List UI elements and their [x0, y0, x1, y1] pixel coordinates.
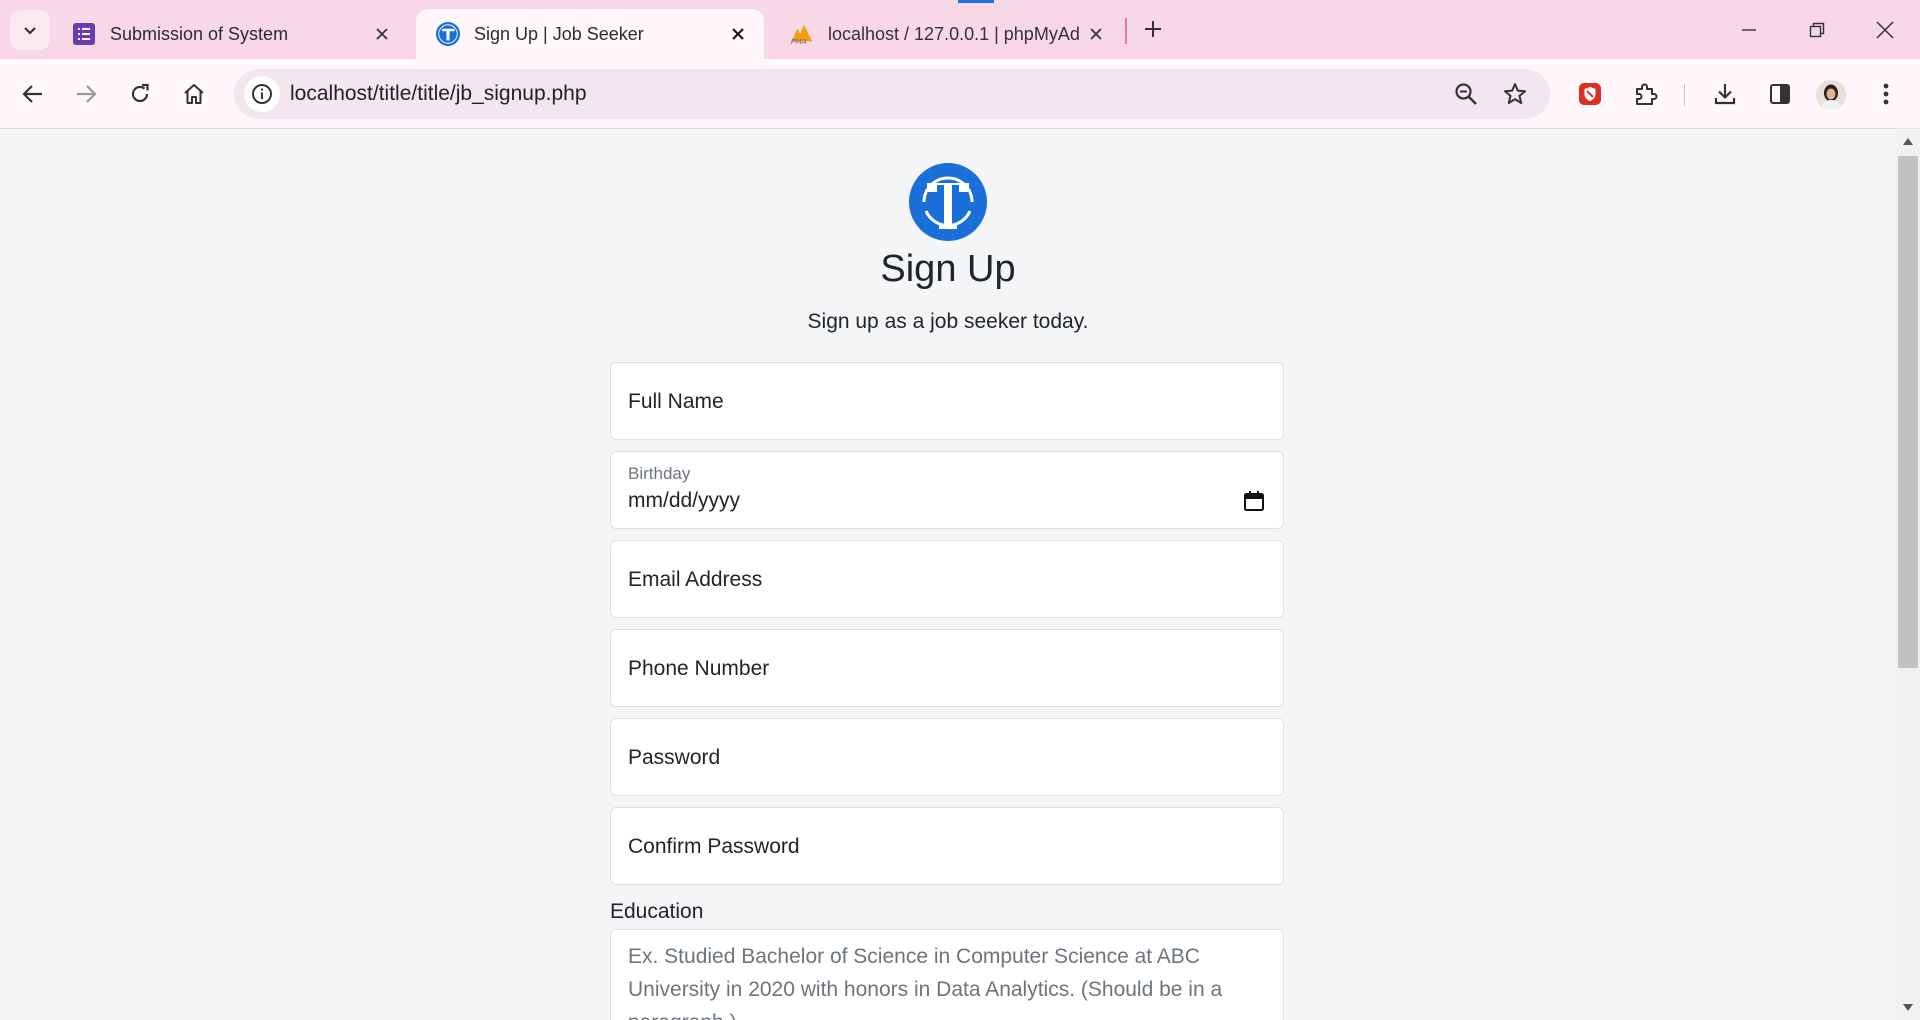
email-placeholder: Email Address [628, 568, 763, 591]
site-logo-icon [909, 163, 987, 241]
back-button[interactable] [13, 74, 53, 114]
close-tab-icon[interactable] [726, 22, 750, 46]
calendar-icon[interactable] [1243, 490, 1265, 512]
extension-shield-button[interactable] [1570, 74, 1610, 114]
close-icon [1876, 21, 1894, 39]
toolbar-divider [1684, 84, 1685, 106]
education-placeholder: Ex. Studied Bachelor of Science in Compu… [628, 945, 1223, 1020]
forms-icon [72, 22, 96, 46]
puzzle-icon [1636, 83, 1658, 105]
birthday-value: mm/dd/yyyy [628, 489, 741, 512]
close-window-button[interactable] [1862, 10, 1908, 50]
home-icon [184, 84, 204, 104]
arrow-right-icon [77, 85, 97, 103]
loading-indicator [958, 0, 994, 3]
more-vertical-icon [1883, 83, 1889, 105]
birthday-label: Birthday [628, 464, 691, 483]
arrow-left-icon [22, 85, 42, 103]
minimize-icon [1742, 29, 1756, 31]
svg-text:PMA: PMA [791, 37, 807, 46]
phone-placeholder: Phone Number [628, 657, 770, 680]
scrollbar-thumb[interactable] [1898, 156, 1918, 668]
tab-title: localhost / 127.0.0.1 | phpMyAd [828, 23, 1080, 44]
shield-extension-icon [1579, 83, 1601, 105]
page-subtitle: Sign up as a job seeker today. [807, 310, 1089, 333]
tab-title: Submission of System [110, 23, 289, 44]
close-tab-icon[interactable] [370, 22, 394, 46]
star-icon [1504, 83, 1526, 104]
site-info-button[interactable] [244, 76, 280, 112]
info-icon [252, 84, 272, 104]
tab-strip: Submission of System Sign Up | Job Seeke… [0, 0, 1920, 59]
phpmyadmin-icon: PMA [790, 22, 814, 46]
downloads-button[interactable] [1705, 74, 1745, 114]
confirm-password-field[interactable]: Confirm Password [610, 807, 1284, 885]
close-tab-icon[interactable] [1084, 22, 1108, 46]
tab-phpmyadmin[interactable]: PMA localhost / 127.0.0.1 | phpMyAd [770, 9, 1122, 59]
page-title: Sign Up [880, 248, 1016, 290]
page-scrollbar[interactable] [1896, 130, 1920, 1020]
restore-icon [1809, 22, 1825, 38]
reload-icon [131, 83, 149, 103]
download-icon [1714, 84, 1736, 105]
side-panel-button[interactable] [1760, 74, 1800, 114]
restore-button[interactable] [1794, 10, 1840, 50]
url-text[interactable]: localhost/title/title/jb_signup.php [290, 82, 587, 106]
profile-avatar[interactable] [1816, 80, 1846, 110]
site-logo-icon [436, 22, 460, 46]
scroll-down-arrow-icon[interactable] [1903, 1004, 1913, 1011]
education-textarea[interactable]: Ex. Studied Bachelor of Science in Compu… [610, 929, 1284, 1020]
confirm-password-placeholder: Confirm Password [628, 835, 800, 858]
scroll-up-arrow-icon[interactable] [1903, 138, 1913, 145]
zoom-out-icon [1455, 83, 1477, 105]
browser-menu-button[interactable] [1866, 74, 1906, 114]
reload-button[interactable] [120, 74, 160, 114]
zoom-button[interactable] [1451, 79, 1481, 109]
education-label: Education [610, 900, 704, 923]
tab-sign-up-job-seeker[interactable]: Sign Up | Job Seeker [416, 9, 764, 59]
tab-search-button[interactable] [10, 10, 50, 50]
password-field[interactable]: Password [610, 718, 1284, 796]
minimize-button[interactable] [1726, 10, 1772, 50]
plus-icon [1145, 21, 1161, 37]
tab-submission-of-system[interactable]: Submission of System [52, 9, 408, 59]
home-button[interactable] [174, 74, 214, 114]
phone-field[interactable]: Phone Number [610, 629, 1284, 707]
browser-toolbar: localhost/title/title/jb_signup.php [0, 59, 1920, 129]
bookmark-button[interactable] [1500, 79, 1530, 109]
tab-title: Sign Up | Job Seeker [474, 23, 644, 44]
full-name-placeholder: Full Name [628, 390, 724, 413]
side-panel-icon [1770, 84, 1790, 104]
address-bar[interactable]: localhost/title/title/jb_signup.php [234, 69, 1550, 119]
page-content: Sign Up Sign up as a job seeker today. F… [0, 130, 1896, 1020]
birthday-field[interactable]: Birthday mm/dd/yyyy [610, 451, 1284, 529]
profile-photo-icon [1816, 80, 1846, 110]
email-field[interactable]: Email Address [610, 540, 1284, 618]
password-placeholder: Password [628, 746, 721, 769]
new-tab-button[interactable] [1138, 14, 1168, 44]
extensions-button[interactable] [1626, 74, 1666, 114]
tab-separator [1125, 18, 1127, 44]
chevron-down-icon [24, 27, 36, 35]
full-name-field[interactable]: Full Name [610, 362, 1284, 440]
forward-button[interactable] [66, 74, 106, 114]
